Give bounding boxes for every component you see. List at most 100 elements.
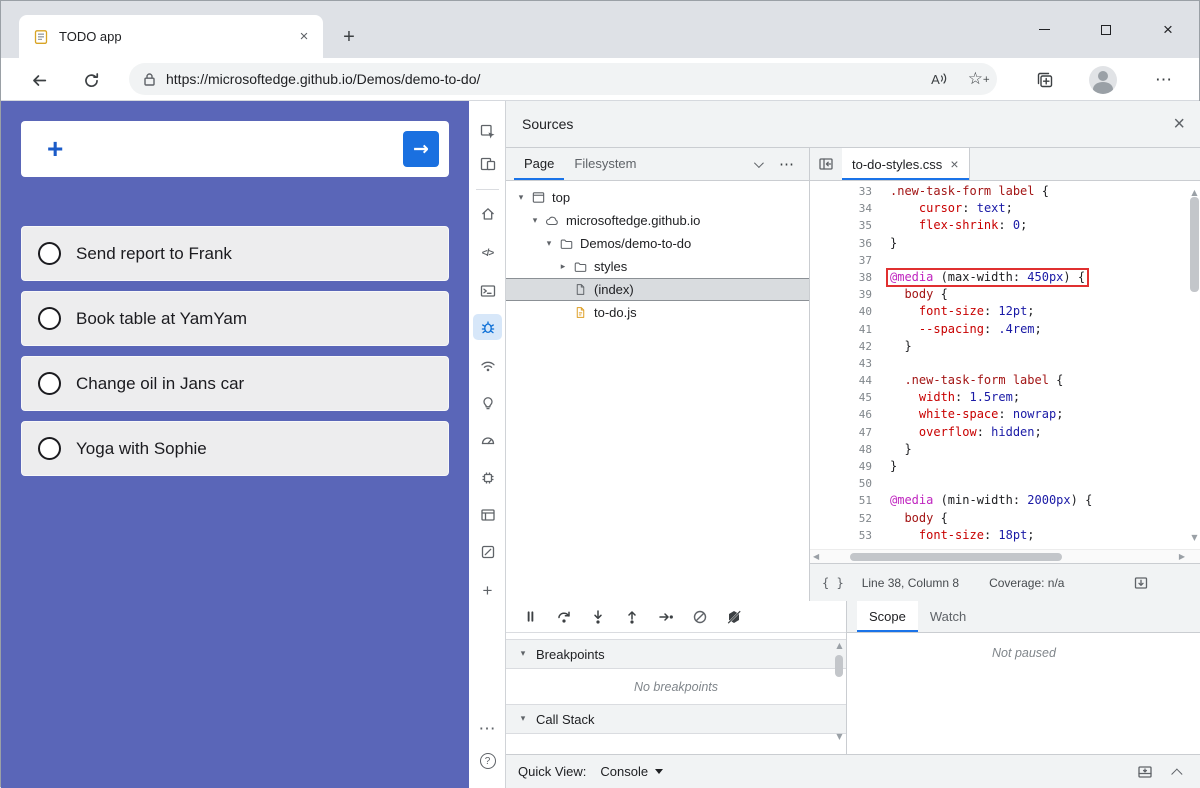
code-line[interactable]: --spacing: .4rem; — [890, 321, 1200, 338]
code-editor[interactable]: 3334353637383940414243444546474849505152… — [810, 181, 1200, 549]
caret-right-icon[interactable]: ▸ — [556, 262, 570, 272]
code-line[interactable]: font-size: 18pt; — [890, 527, 1200, 544]
call-stack-section-header[interactable]: ▾ Call Stack — [506, 704, 846, 734]
deactivate-breakpoints-icon[interactable] — [690, 607, 710, 627]
welcome-home-icon[interactable] — [469, 200, 506, 228]
activity-overflow-icon[interactable]: ⋯ — [469, 715, 506, 743]
debugger-pane-scrollbar[interactable]: ▲ ▼ — [834, 641, 845, 741]
devtools-close-icon[interactable]: × — [1173, 114, 1185, 134]
line-number[interactable]: 40 — [810, 303, 872, 320]
code-line[interactable]: flex-shrink: 0; — [890, 217, 1200, 234]
console-icon[interactable] — [469, 277, 506, 305]
changes-tool-icon[interactable] — [469, 538, 506, 566]
expand-quick-view-icon[interactable] — [1175, 768, 1183, 776]
line-number[interactable]: 46 — [810, 406, 872, 423]
code-line[interactable]: .new-task-form label { — [890, 372, 1200, 389]
dock-panel-icon[interactable] — [1137, 764, 1153, 780]
code-line[interactable]: @media (min-width: 2000px) { — [890, 492, 1200, 509]
code-line[interactable]: cursor: text; — [890, 200, 1200, 217]
caret-down-icon[interactable]: ▾ — [528, 216, 542, 226]
collections-button[interactable] — [1032, 67, 1058, 93]
add-favorite-button[interactable]: ☆+ — [968, 71, 983, 87]
new-tab-button[interactable]: + — [337, 26, 361, 50]
line-number[interactable]: 41 — [810, 321, 872, 338]
line-number[interactable]: 47 — [810, 424, 872, 441]
code-line[interactable]: @media (max-width: 450px) { — [890, 269, 1200, 286]
back-button[interactable] — [27, 68, 51, 92]
breakpoints-section-header[interactable]: ▾ Breakpoints — [506, 639, 846, 669]
line-number[interactable]: 35 — [810, 217, 872, 234]
vertical-scroll-thumb[interactable] — [1190, 197, 1199, 292]
editor-tab-close-icon[interactable]: × — [950, 156, 958, 172]
tab-filesystem[interactable]: Filesystem — [564, 148, 646, 180]
pane-scroll-thumb[interactable] — [835, 655, 843, 677]
todo-item[interactable]: Book table at YamYam — [21, 291, 449, 346]
line-number[interactable]: 45 — [810, 389, 872, 406]
scroll-left-icon[interactable]: ◀ — [813, 552, 819, 561]
tab-close-icon[interactable]: × — [295, 28, 313, 46]
tree-item-demos-demo-to-do[interactable]: ▾Demos/demo-to-do — [506, 232, 809, 255]
line-number[interactable]: 52 — [810, 510, 872, 527]
line-number[interactable]: 33 — [810, 183, 872, 200]
line-number[interactable]: 51 — [810, 492, 872, 509]
network-icon[interactable] — [469, 352, 506, 380]
scroll-up-icon[interactable]: ▲ — [834, 641, 845, 650]
application-icon[interactable] — [469, 501, 506, 529]
more-tabs-chevron-icon[interactable] — [754, 161, 761, 168]
pause-on-exceptions-icon[interactable] — [724, 607, 744, 627]
tab-page[interactable]: Page — [514, 148, 564, 180]
todo-item[interactable]: Change oil in Jans car — [21, 356, 449, 411]
todo-checkbox[interactable] — [38, 372, 61, 395]
url-bar[interactable]: https://microsoftedge.github.io/Demos/de… — [129, 63, 997, 95]
lock-icon[interactable] — [143, 72, 156, 87]
line-number[interactable]: 53 — [810, 527, 872, 544]
step-over-icon[interactable] — [554, 607, 574, 627]
step-out-icon[interactable] — [622, 607, 642, 627]
code-line[interactable]: overflow: hidden; — [890, 424, 1200, 441]
scroll-down-icon[interactable]: ▼ — [834, 732, 845, 741]
code-line[interactable] — [890, 252, 1200, 269]
tab-watch[interactable]: Watch — [918, 601, 978, 632]
sources-icon[interactable] — [473, 314, 502, 340]
code-line[interactable]: body { — [890, 510, 1200, 527]
line-number[interactable]: 49 — [810, 458, 872, 475]
editor-vertical-scrollbar[interactable]: ▲ ▼ — [1188, 181, 1200, 549]
code-line[interactable] — [890, 475, 1200, 492]
code-line[interactable]: } — [890, 458, 1200, 475]
code-line[interactable]: white-space: nowrap; — [890, 406, 1200, 423]
code-line[interactable]: } — [890, 441, 1200, 458]
todo-checkbox[interactable] — [38, 307, 61, 330]
minimize-button[interactable] — [1013, 1, 1075, 58]
pause-script-icon[interactable] — [520, 607, 540, 627]
line-number[interactable]: 42 — [810, 338, 872, 355]
tree-item-to-do-js[interactable]: to-do.js — [506, 301, 809, 324]
step-icon[interactable] — [656, 607, 676, 627]
navigator-menu-icon[interactable]: ⋯ — [779, 155, 795, 173]
line-number[interactable]: 38 — [810, 269, 872, 286]
tab-scope[interactable]: Scope — [857, 601, 918, 632]
browser-menu-button[interactable]: ⋯ — [1151, 67, 1177, 93]
scroll-down-icon[interactable]: ▼ — [1189, 529, 1200, 546]
tree-item-top[interactable]: ▾top — [506, 186, 809, 209]
todo-checkbox[interactable] — [38, 437, 61, 460]
tree-item-microsoftedge-github-io[interactable]: ▾microsoftedge.github.io — [506, 209, 809, 232]
more-tools-plus-icon[interactable]: + — [469, 577, 506, 605]
line-number[interactable]: 36 — [810, 235, 872, 252]
caret-down-icon[interactable]: ▾ — [514, 193, 528, 203]
performance-icon[interactable] — [469, 426, 506, 454]
memory-icon[interactable] — [469, 464, 506, 492]
read-aloud-icon[interactable]: A — [931, 72, 948, 87]
help-icon[interactable]: ? — [469, 747, 506, 775]
todo-item[interactable]: Yoga with Sophie — [21, 421, 449, 476]
load-source-button[interactable] — [1133, 575, 1149, 591]
hide-navigator-button[interactable] — [810, 148, 842, 180]
horizontal-scroll-thumb[interactable] — [850, 553, 1062, 561]
code-line[interactable]: } — [890, 235, 1200, 252]
line-number[interactable]: 34 — [810, 200, 872, 217]
line-number[interactable]: 39 — [810, 286, 872, 303]
refresh-button[interactable] — [79, 68, 103, 92]
new-task-form[interactable]: + → — [21, 121, 449, 177]
issues-lightbulb-icon[interactable] — [469, 389, 506, 417]
code-line[interactable]: width: 1.5rem; — [890, 389, 1200, 406]
inspect-icon[interactable] — [469, 118, 506, 146]
